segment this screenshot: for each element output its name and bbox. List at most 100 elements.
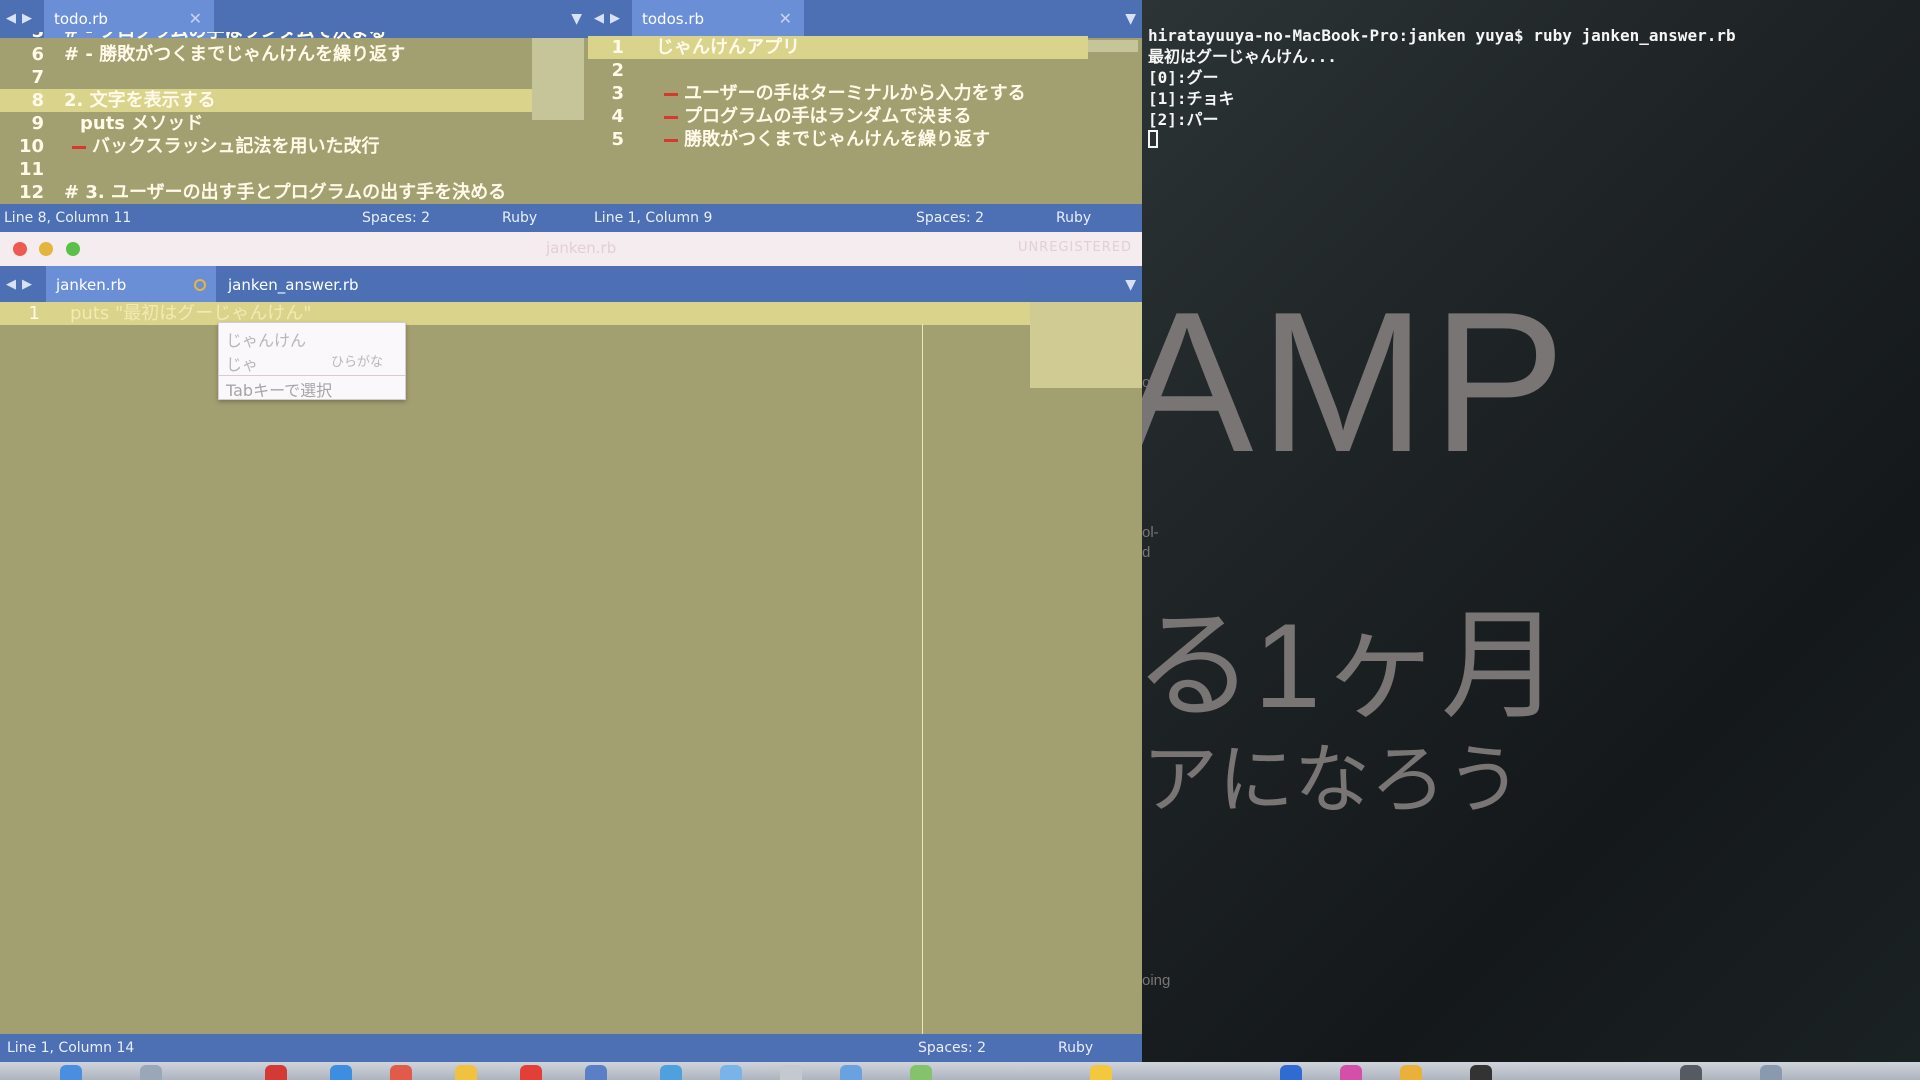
app-icon[interactable]	[455, 1065, 477, 1080]
app-icon[interactable]	[1340, 1065, 1362, 1080]
tab-janken-answer[interactable]: janken_answer.rb	[218, 266, 418, 304]
indentation-setting[interactable]: Spaces: 2	[362, 204, 430, 232]
terminal-output: hiratayuuya-no-MacBook-Pro:janken yuya$ …	[1142, 0, 1920, 194]
indentation-setting[interactable]: Spaces: 2	[916, 204, 984, 232]
editor-pane-janken: ◀▶ janken.rb janken_answer.rb ▼ 1 puts "…	[0, 266, 1142, 1062]
app-icon[interactable]	[1760, 1065, 1782, 1080]
minimap[interactable]	[532, 38, 584, 120]
launchpad-icon[interactable]	[140, 1065, 162, 1080]
tab-label: janken_answer.rb	[228, 276, 359, 294]
candidate-divider	[219, 375, 405, 376]
tab-label: todo.rb	[54, 10, 108, 28]
app-icon[interactable]	[1680, 1065, 1702, 1080]
unsaved-dot-icon[interactable]	[194, 279, 206, 291]
chevron-down-icon[interactable]: ▼	[1125, 266, 1136, 304]
background-text-small: ol-	[1142, 524, 1159, 541]
app-icon[interactable]	[720, 1065, 742, 1080]
editor-pane-todos: ◀▶ todos.rb ✕ ▼ 1 じゃんけんアプリ 2 3 ユーザーの手はターミナ…	[588, 0, 1142, 232]
app-icon[interactable]	[840, 1065, 862, 1080]
status-bar: Line 8, Column 11 Spaces: 2 Ruby	[0, 204, 588, 232]
app-icon[interactable]	[330, 1065, 352, 1080]
tab-bar: ◀▶ todos.rb ✕ ▼	[588, 0, 1142, 38]
minimize-window-button[interactable]	[39, 242, 53, 256]
app-icon[interactable]	[520, 1065, 542, 1080]
app-icon[interactable]	[1470, 1065, 1492, 1080]
tab-nav-arrows[interactable]: ◀▶	[588, 0, 626, 38]
code-line-current: 8 2. 文字を表示する	[0, 89, 532, 112]
code-line: 9 puts メソッド	[31, 113, 204, 134]
unregistered-label: UNREGISTERED	[1017, 240, 1132, 255]
app-icon[interactable]	[780, 1065, 802, 1080]
indentation-setting[interactable]: Spaces: 2	[918, 1034, 986, 1062]
background-text-month: る1ヶ月	[1142, 599, 1561, 733]
bullet-dash	[664, 92, 678, 96]
ruler-guide	[922, 324, 923, 1036]
bullet-dash	[72, 145, 86, 149]
syntax-setting[interactable]: Ruby	[1056, 204, 1091, 232]
code-line: 10 バックスラッシュ記法を用いた改行	[18, 136, 380, 157]
finder-icon[interactable]	[60, 1065, 82, 1080]
code-area[interactable]: 5# - プログラムの手はランダムで決まる 6# - 勝敗がつくまでじゃんけんを…	[0, 32, 588, 204]
candidate-footer: Tabキーで選択	[226, 381, 333, 400]
terminal-line: hiratayuuya-no-MacBook-Pro:janken yuya$ …	[1148, 26, 1736, 45]
background-text-big: AMP	[1142, 271, 1572, 494]
ime-candidate-popup[interactable]: じゃんけん じゃ ひらがな Tabキーで選択	[218, 322, 406, 400]
cursor-position: Line 8, Column 11	[4, 210, 132, 226]
tab-todos[interactable]: todos.rb ✕	[632, 0, 804, 38]
app-icon[interactable]	[1090, 1065, 1112, 1080]
terminal-line: [1]:チョキ	[1148, 89, 1235, 108]
app-icon[interactable]	[1400, 1065, 1422, 1080]
candidate-item[interactable]: じゃ	[226, 351, 258, 375]
tab-janken[interactable]: janken.rb	[46, 266, 216, 304]
candidate-hint: ひらがな	[331, 355, 384, 370]
code-line: 5# - プログラムの手はランダムで決まる	[0, 32, 588, 43]
zoom-window-button[interactable]	[66, 242, 80, 256]
app-icon[interactable]	[265, 1065, 287, 1080]
terminal-window[interactable]: AMP る1ヶ月 アになろう ol- ad ol- d oing hiratay…	[1142, 0, 1920, 1062]
background-text-small: ad	[1142, 394, 1159, 411]
minimap[interactable]	[1030, 302, 1142, 388]
status-bar: Line 1, Column 14 Spaces: 2 Ruby	[0, 1034, 1142, 1062]
tab-bar: ◀▶ janken.rb janken_answer.rb ▼	[0, 266, 1142, 304]
app-icon[interactable]	[390, 1065, 412, 1080]
tab-label: todos.rb	[642, 10, 705, 28]
app-icon[interactable]	[585, 1065, 607, 1080]
bullet-dash	[664, 138, 678, 142]
code-area[interactable]: 1 じゃんけんアプリ 2 3 ユーザーの手はターミナルから入力をする 4 プログラムの…	[588, 36, 1142, 151]
code-line: 2	[611, 60, 624, 81]
code-line: 6 # - 勝敗がつくまでじゃんけんを繰り返す	[31, 44, 406, 65]
tab-label: janken.rb	[56, 276, 127, 294]
terminal-line: 最初はグーじゃんけん...	[1148, 47, 1337, 66]
code-line: 12 # 3. ユーザーの出す手とプログラムの出す手を決める	[18, 182, 507, 203]
background-text-small: oing	[1142, 972, 1171, 989]
terminal-line: [0]:グー	[1148, 68, 1219, 87]
code-line: 7	[31, 67, 44, 88]
cursor-position: Line 1, Column 9	[594, 210, 713, 226]
app-icon[interactable]	[1280, 1065, 1302, 1080]
syntax-setting[interactable]: Ruby	[1058, 1034, 1093, 1062]
app-icon[interactable]	[910, 1065, 932, 1080]
code-line: 11	[18, 159, 44, 180]
chevron-down-icon[interactable]: ▼	[1125, 0, 1136, 38]
status-bar: Line 1, Column 9 Spaces: 2 Ruby	[588, 204, 1142, 232]
code-line: 3 ユーザーの手はターミナルから入力をする	[611, 83, 1026, 104]
code-line: 5 勝敗がつくまでじゃんけんを繰り返す	[611, 129, 990, 150]
candidate-item[interactable]: じゃんけん	[226, 327, 306, 351]
dock	[0, 1062, 1920, 1080]
code-line: 4 プログラムの手はランダムで決まる	[611, 106, 972, 127]
syntax-setting[interactable]: Ruby	[502, 204, 537, 232]
background-text-small: d	[1142, 544, 1151, 561]
close-window-button[interactable]	[13, 242, 27, 256]
app-icon[interactable]	[660, 1065, 682, 1080]
background-text-small: ol-	[1142, 374, 1159, 391]
close-icon[interactable]: ✕	[779, 0, 792, 38]
window-title: janken.rb	[546, 239, 617, 257]
window-title-bar[interactable]: janken.rb UNREGISTERED	[0, 232, 1142, 266]
cursor-position: Line 1, Column 14	[7, 1040, 135, 1056]
editor-pane-todo: ◀▶ todo.rb ✕ ▼ 5# - プログラムの手はランダムで決まる 6# …	[0, 0, 588, 232]
background-text-bottom: アになろう	[1142, 738, 1522, 823]
bullet-dash	[664, 115, 678, 119]
terminal-cursor[interactable]	[1148, 130, 1158, 148]
tab-nav-arrows[interactable]: ◀▶	[0, 266, 38, 304]
minimap[interactable]	[1088, 40, 1138, 52]
